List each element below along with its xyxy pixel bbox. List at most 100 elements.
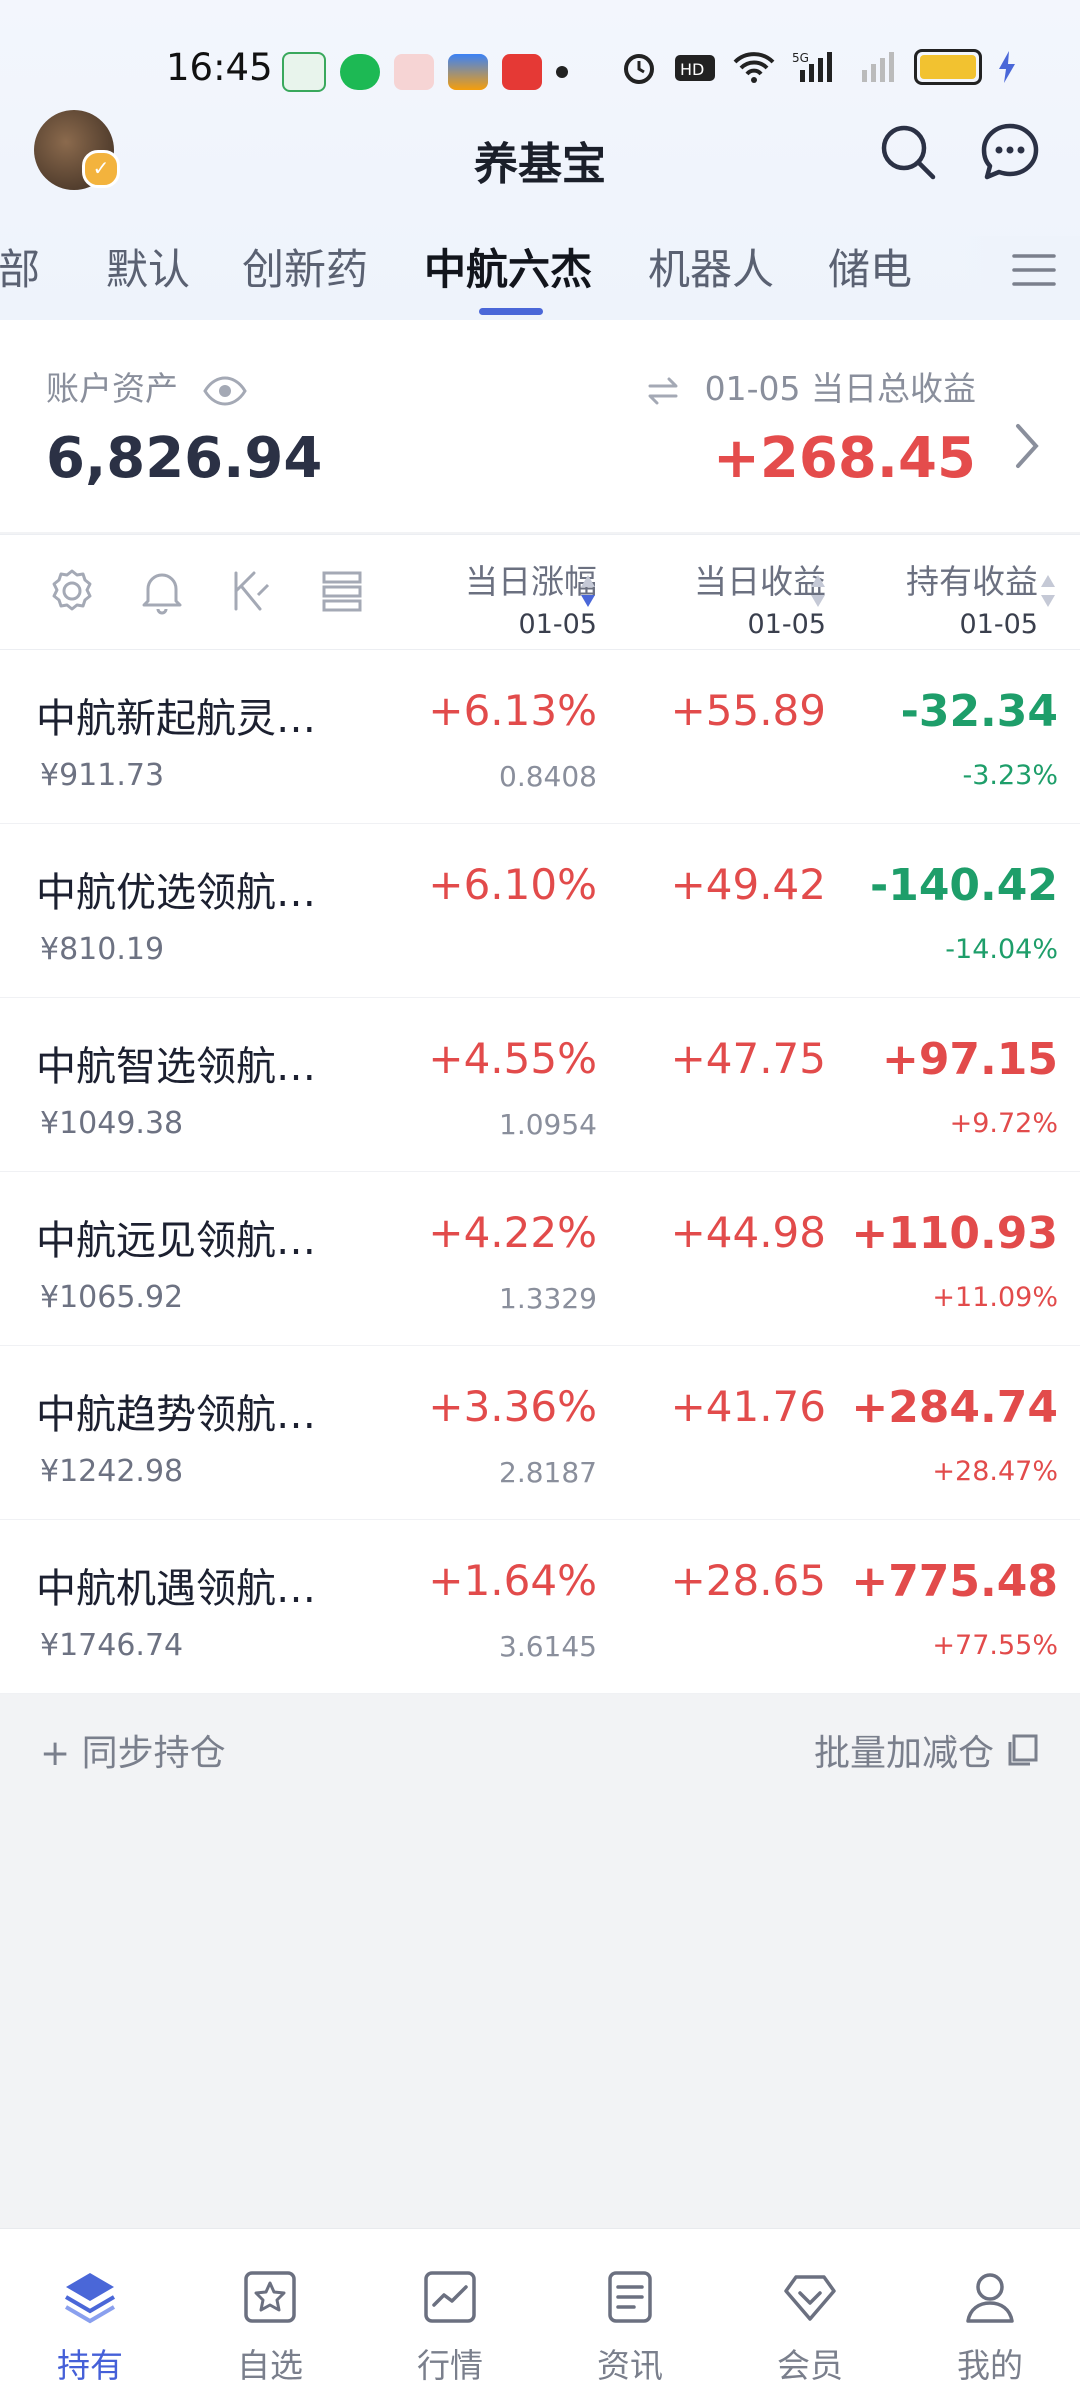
top-area: 16:45 HD 5G ✓ 养基宝 全部 默认 创新药 中航六杰 — [0, 0, 1080, 320]
swap-icon[interactable] — [646, 376, 680, 406]
tab-storage[interactable]: 储电 — [828, 236, 912, 297]
list-layout-icon[interactable] — [316, 565, 368, 617]
system-icons: HD 5G — [620, 48, 1016, 86]
fund-nav: 1.3329 — [499, 1282, 597, 1315]
fund-name: 中航机遇领航… — [36, 1566, 316, 1612]
fund-hold-pct: +11.09% — [932, 1282, 1058, 1313]
fund-nav: 0.8408 — [499, 760, 597, 793]
tab-zhonghang-six[interactable]: 中航六杰 — [424, 236, 592, 297]
nav-market[interactable]: 行情 — [360, 2229, 540, 2401]
bell-icon[interactable] — [136, 565, 188, 617]
tab-all[interactable]: 全部 — [0, 236, 40, 297]
charging-icon — [999, 51, 1015, 83]
cards-app-icon — [394, 54, 434, 90]
fund-hold-pct: -14.04% — [945, 934, 1058, 965]
fund-daily-profit: +49.42 — [670, 860, 826, 909]
group-tabs: 全部 默认 创新药 中航六杰 机器人 储电 — [0, 236, 1080, 320]
fund-amount: ¥1049.38 — [40, 1106, 184, 1141]
layers-icon — [64, 2273, 116, 2324]
fund-row[interactable]: 中航趋势领航… ¥1242.98 +3.36% 2.8187 +41.76 +2… — [0, 1346, 1080, 1520]
fund-row[interactable]: 中航优选领航… ¥810.19 +6.10% +49.42 -140.42 -1… — [0, 824, 1080, 998]
fund-hold-profit: +775.48 — [851, 1556, 1058, 1607]
sync-holdings-button[interactable]: + 同步持仓 — [40, 1724, 226, 1776]
fund-hold-profit: +97.15 — [881, 1034, 1058, 1085]
account-assets-label: 账户资产 — [46, 362, 247, 410]
tab-robot[interactable]: 机器人 — [648, 236, 774, 297]
active-tab-indicator — [479, 308, 543, 315]
fund-hold-pct: -3.23% — [962, 760, 1058, 791]
portfolio-actions: + 同步持仓 批量加减仓 — [0, 1694, 1080, 1804]
tab-innovative-drug[interactable]: 创新药 — [242, 236, 368, 297]
fund-row[interactable]: 中航远见领航… ¥1065.92 +4.22% 1.3329 +44.98 +1… — [0, 1172, 1080, 1346]
hd-icon: HD — [675, 55, 715, 81]
battery-icon — [914, 49, 982, 85]
fund-daily-profit: +28.65 — [670, 1556, 826, 1605]
tab-menu-icon[interactable] — [1012, 250, 1056, 290]
news-icon — [608, 2271, 652, 2323]
fund-name: 中航远见领航… — [36, 1218, 316, 1264]
fund-amount: ¥911.73 — [40, 758, 165, 793]
nav-profile[interactable]: 我的 — [900, 2229, 1080, 2401]
home-app-icon — [282, 52, 326, 92]
status-time: 16:45 — [166, 46, 273, 89]
fund-name: 中航新起航灵… — [36, 696, 316, 742]
signal-weak-icon — [862, 52, 894, 82]
app-header: ✓ 养基宝 — [0, 110, 1080, 210]
svg-text:5G: 5G — [792, 51, 809, 65]
wallet-app-icon — [448, 54, 488, 90]
table-header: 当日涨幅 01-05 当日收益 01-05 持有收益 01-05 — [0, 534, 1080, 650]
col-hold-profit-header[interactable]: 持有收益 01-05 — [906, 555, 1038, 640]
daily-profit-value: +268.45 — [712, 426, 976, 491]
star-icon — [244, 2271, 296, 2323]
spotify-icon — [340, 54, 380, 90]
fund-row[interactable]: 中航智选领航… ¥1049.38 +4.55% 1.0954 +47.75 +9… — [0, 998, 1080, 1172]
fund-hold-pct: +28.47% — [932, 1456, 1058, 1487]
fund-daily-change: +6.13% — [428, 686, 597, 735]
fund-daily-change: +3.36% — [428, 1382, 597, 1431]
fund-hold-profit: -140.42 — [869, 860, 1058, 911]
fund-row[interactable]: 中航机遇领航… ¥1746.74 +1.64% 3.6145 +28.65 +7… — [0, 1520, 1080, 1694]
fund-nav: 2.8187 — [499, 1456, 597, 1489]
daily-profit-label: 01-05 当日总收益 — [646, 362, 976, 410]
nav-news[interactable]: 资讯 — [540, 2229, 720, 2401]
fund-hold-profit: -32.34 — [900, 686, 1058, 737]
batch-adjust-button[interactable]: 批量加减仓 — [814, 1724, 1040, 1776]
fund-amount: ¥1746.74 — [40, 1628, 184, 1663]
fund-daily-profit: +41.76 — [670, 1382, 826, 1431]
fund-hold-profit: +284.74 — [851, 1382, 1058, 1433]
tab-default[interactable]: 默认 — [106, 236, 190, 297]
fund-hold-pct: +9.72% — [949, 1108, 1058, 1139]
fund-amount: ¥1065.92 — [40, 1280, 184, 1315]
sort-icon[interactable] — [808, 569, 828, 613]
red-app-icon — [502, 54, 542, 90]
fund-amount: ¥1242.98 — [40, 1454, 184, 1489]
fund-daily-change: +4.55% — [428, 1034, 597, 1083]
fund-row[interactable]: 中航新起航灵… ¥911.73 +6.13% 0.8408 +55.89 -32… — [0, 650, 1080, 824]
sort-icon[interactable] — [1038, 569, 1058, 613]
search-icon[interactable] — [876, 120, 940, 184]
message-icon[interactable] — [978, 120, 1042, 184]
svg-text:HD: HD — [680, 60, 704, 79]
sort-desc-icon[interactable] — [578, 569, 598, 613]
fund-name: 中航趋势领航… — [36, 1392, 316, 1438]
copy-icon — [1008, 1734, 1038, 1766]
eye-icon[interactable] — [202, 375, 247, 406]
kline-icon[interactable] — [226, 565, 278, 617]
col-daily-profit-header[interactable]: 当日收益 01-05 — [694, 555, 826, 640]
dot-icon — [556, 66, 568, 78]
fund-daily-profit: +44.98 — [670, 1208, 826, 1257]
fund-daily-profit: +55.89 — [670, 686, 826, 735]
nav-holdings[interactable]: 持有 — [0, 2229, 180, 2401]
nav-membership[interactable]: 会员 — [720, 2229, 900, 2401]
chevron-right-icon[interactable] — [1010, 418, 1046, 474]
fund-daily-change: +1.64% — [428, 1556, 597, 1605]
settings-gear-icon[interactable] — [46, 565, 98, 617]
nav-watchlist[interactable]: 自选 — [180, 2229, 360, 2401]
wifi-icon — [733, 52, 775, 83]
bottom-nav: 持有 自选 行情 资讯 会员 我的 — [0, 2228, 1080, 2401]
diamond-icon — [784, 2275, 836, 2321]
fund-daily-change: +6.10% — [428, 860, 597, 909]
fund-name: 中航优选领航… — [36, 870, 316, 916]
fund-daily-profit: +47.75 — [670, 1034, 826, 1083]
account-summary[interactable]: 账户资产 6,826.94 01-05 当日总收益 +268.45 — [0, 320, 1080, 532]
